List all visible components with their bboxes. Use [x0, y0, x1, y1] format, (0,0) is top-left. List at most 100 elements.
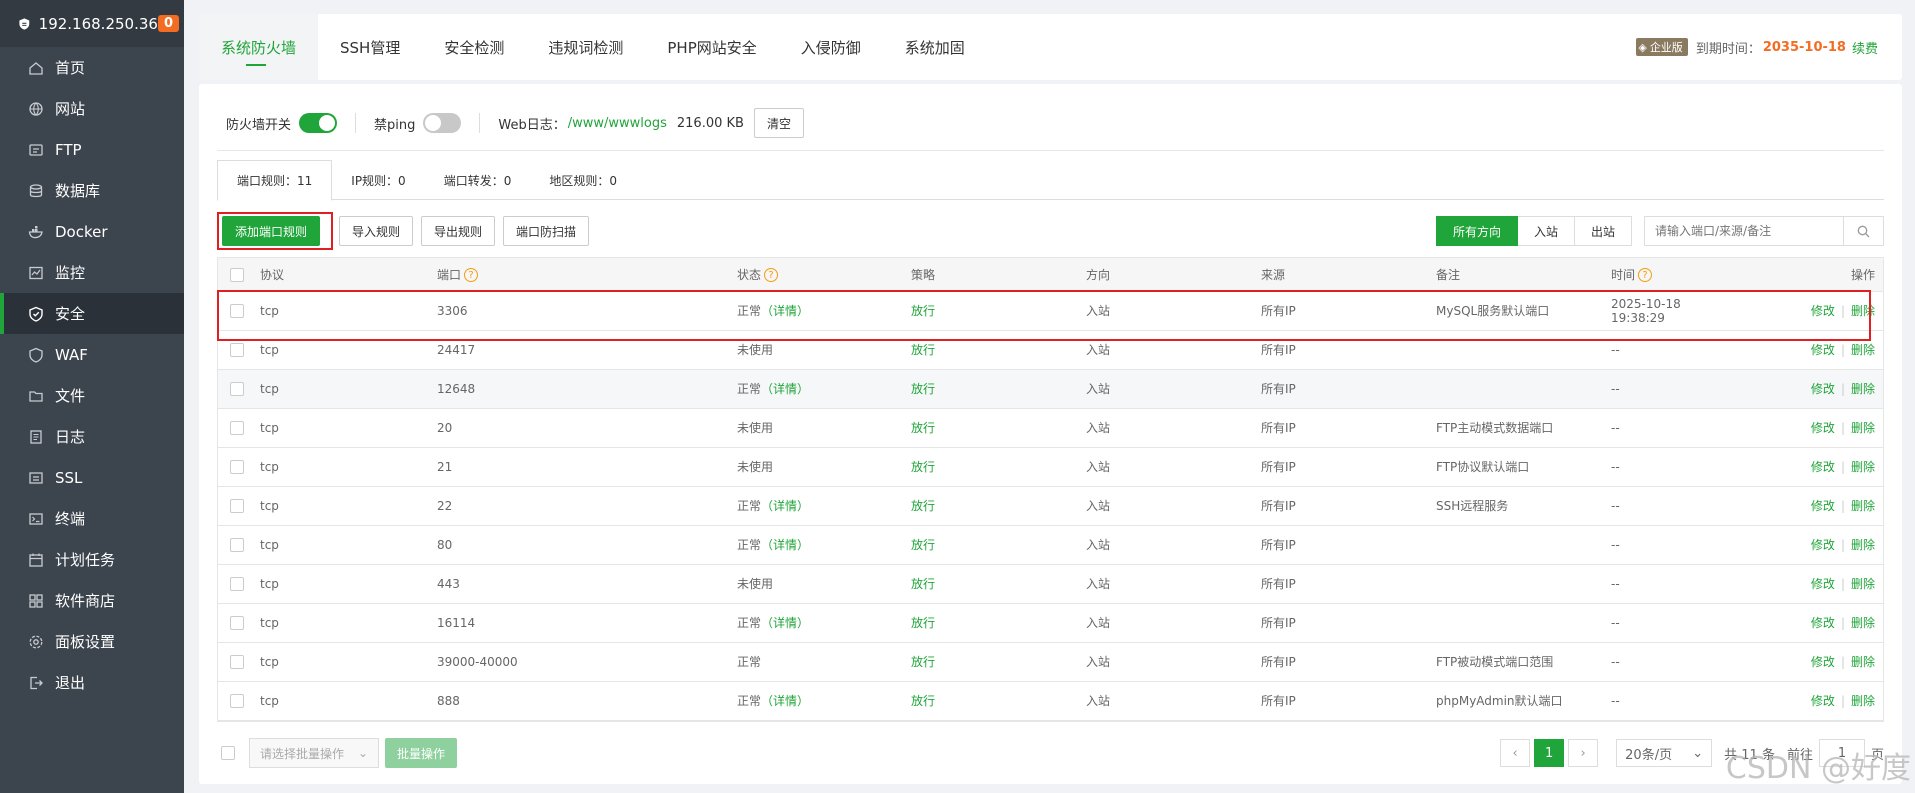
cell-direction: 入站 — [1086, 681, 1261, 721]
edit-link[interactable]: 修改 — [1811, 538, 1835, 552]
top-tab[interactable]: 入侵防御 — [779, 14, 883, 80]
sidebar-item[interactable]: WAF — [0, 334, 184, 375]
import-rules-button[interactable]: 导入规则 — [339, 216, 414, 246]
help-icon[interactable]: ? — [464, 268, 479, 283]
delete-link[interactable]: 删除 — [1851, 382, 1875, 396]
delete-link[interactable]: 删除 — [1851, 304, 1875, 318]
sidebar-item[interactable]: 软件商店 — [0, 580, 184, 621]
edit-link[interactable]: 修改 — [1811, 343, 1835, 357]
next-page-button[interactable]: › — [1568, 739, 1599, 767]
export-rules-button[interactable]: 导出规则 — [421, 216, 496, 246]
edit-link[interactable]: 修改 — [1811, 655, 1835, 669]
delete-link[interactable]: 删除 — [1851, 460, 1875, 474]
edit-link[interactable]: 修改 — [1811, 304, 1835, 318]
delete-link[interactable]: 删除 — [1851, 421, 1875, 435]
row-checkbox[interactable] — [230, 654, 244, 669]
rule-tab[interactable]: 地区规则：0 — [530, 160, 636, 200]
edit-link[interactable]: 修改 — [1811, 460, 1835, 474]
waf-icon — [29, 347, 43, 363]
status-detail-link[interactable]: （详情） — [761, 616, 809, 630]
sidebar-item[interactable]: 数据库 — [0, 170, 184, 211]
row-checkbox[interactable] — [230, 342, 244, 357]
status-detail-link[interactable]: （详情） — [761, 304, 809, 318]
per-page-select[interactable]: 20条/页 ⌄ — [1616, 739, 1713, 767]
row-checkbox[interactable] — [230, 498, 244, 513]
edit-link[interactable]: 修改 — [1811, 616, 1835, 630]
sidebar-item[interactable]: 日志 — [0, 416, 184, 457]
edit-link[interactable]: 修改 — [1811, 694, 1835, 708]
delete-link[interactable]: 删除 — [1851, 577, 1875, 591]
direction-out-button[interactable]: 出站 — [1574, 216, 1632, 246]
footer-select-all-checkbox[interactable] — [221, 746, 235, 760]
renew-link[interactable]: 续费 — [1852, 38, 1878, 57]
sidebar-item[interactable]: Docker — [0, 211, 184, 252]
delete-link[interactable]: 删除 — [1851, 499, 1875, 513]
status-detail-link[interactable]: （详情） — [761, 499, 809, 513]
search-input[interactable] — [1645, 217, 1843, 245]
edit-link[interactable]: 修改 — [1811, 499, 1835, 513]
row-checkbox[interactable] — [230, 576, 244, 591]
weblog-path-link[interactable]: /www/wwwlogs — [568, 116, 667, 131]
row-select-cell — [218, 564, 260, 604]
clear-log-button[interactable]: 清空 — [753, 108, 804, 138]
firewall-toggle[interactable] — [299, 113, 338, 133]
help-icon[interactable]: ? — [764, 268, 779, 283]
delete-link[interactable]: 删除 — [1851, 343, 1875, 357]
sidebar-item[interactable]: 面板设置 — [0, 621, 184, 662]
search-icon[interactable] — [1843, 217, 1883, 245]
status-detail-link[interactable]: （详情） — [761, 694, 809, 708]
status-detail-link[interactable]: （详情） — [761, 538, 809, 552]
top-tab[interactable]: SSH管理 — [318, 14, 422, 80]
row-checkbox[interactable] — [230, 381, 244, 396]
row-checkbox[interactable] — [230, 693, 244, 708]
edit-link[interactable]: 修改 — [1811, 382, 1835, 396]
sidebar-item[interactable]: 终端 — [0, 498, 184, 539]
rule-tab[interactable]: 端口转发：0 — [425, 160, 531, 200]
delete-link[interactable]: 删除 — [1851, 538, 1875, 552]
top-tab[interactable]: 系统防火墙 — [199, 14, 319, 80]
row-checkbox[interactable] — [230, 459, 244, 474]
row-select-cell — [218, 408, 260, 448]
batch-operation-button[interactable]: 批量操作 — [385, 738, 458, 768]
row-checkbox[interactable] — [230, 303, 244, 318]
message-badge[interactable]: 0 — [157, 15, 179, 32]
top-tab[interactable]: 违规词检测 — [526, 14, 645, 80]
top-tab[interactable]: 系统加固 — [883, 14, 987, 80]
sidebar-item[interactable]: SSL — [0, 457, 184, 498]
rule-tab[interactable]: 端口规则：11 — [217, 160, 333, 201]
sidebar-item[interactable]: 监控 — [0, 252, 184, 293]
status-detail-link[interactable]: （详情） — [761, 382, 809, 396]
top-tab[interactable]: 安全检测 — [422, 14, 526, 80]
sidebar-item[interactable]: 网站 — [0, 88, 184, 129]
page-number-current[interactable]: 1 — [1534, 739, 1565, 767]
edit-link[interactable]: 修改 — [1811, 577, 1835, 591]
sidebar-item[interactable]: 计划任务 — [0, 539, 184, 580]
delete-link[interactable]: 删除 — [1851, 616, 1875, 630]
direction-all-button[interactable]: 所有方向 — [1435, 216, 1518, 246]
add-port-rule-button[interactable]: 添加端口规则 — [222, 216, 321, 246]
row-checkbox[interactable] — [230, 615, 244, 630]
row-checkbox[interactable] — [230, 420, 244, 435]
port-scan-protect-button[interactable]: 端口防扫描 — [503, 216, 590, 246]
ping-toggle[interactable] — [423, 113, 462, 133]
top-tab[interactable]: PHP网站安全 — [645, 14, 778, 80]
prev-page-button[interactable]: ‹ — [1500, 739, 1531, 767]
row-checkbox[interactable] — [230, 537, 244, 552]
sidebar-item[interactable]: 退出 — [0, 662, 184, 703]
rule-tab[interactable]: IP规则：0 — [332, 160, 424, 200]
batch-operation-select[interactable]: 请选择批量操作 ⌄ — [249, 738, 379, 768]
edit-link[interactable]: 修改 — [1811, 421, 1835, 435]
sidebar-item[interactable]: FTP — [0, 129, 184, 170]
delete-link[interactable]: 删除 — [1851, 655, 1875, 669]
sidebar-item[interactable]: 文件 — [0, 375, 184, 416]
direction-in-button[interactable]: 入站 — [1517, 216, 1575, 246]
expire-label: 到期时间： — [1695, 41, 1761, 57]
sidebar-item[interactable]: 首页 — [0, 47, 184, 88]
select-all-checkbox[interactable] — [230, 267, 244, 282]
cell-port: 80 — [437, 525, 737, 565]
delete-link[interactable]: 删除 — [1851, 694, 1875, 708]
cell-protocol: tcp — [260, 681, 437, 721]
sidebar-item[interactable]: 安全 — [0, 293, 184, 334]
help-icon[interactable]: ? — [1638, 268, 1653, 283]
license-info: ◈ 企业版 到期时间： 2035-10-18 续费 — [1636, 38, 1878, 57]
